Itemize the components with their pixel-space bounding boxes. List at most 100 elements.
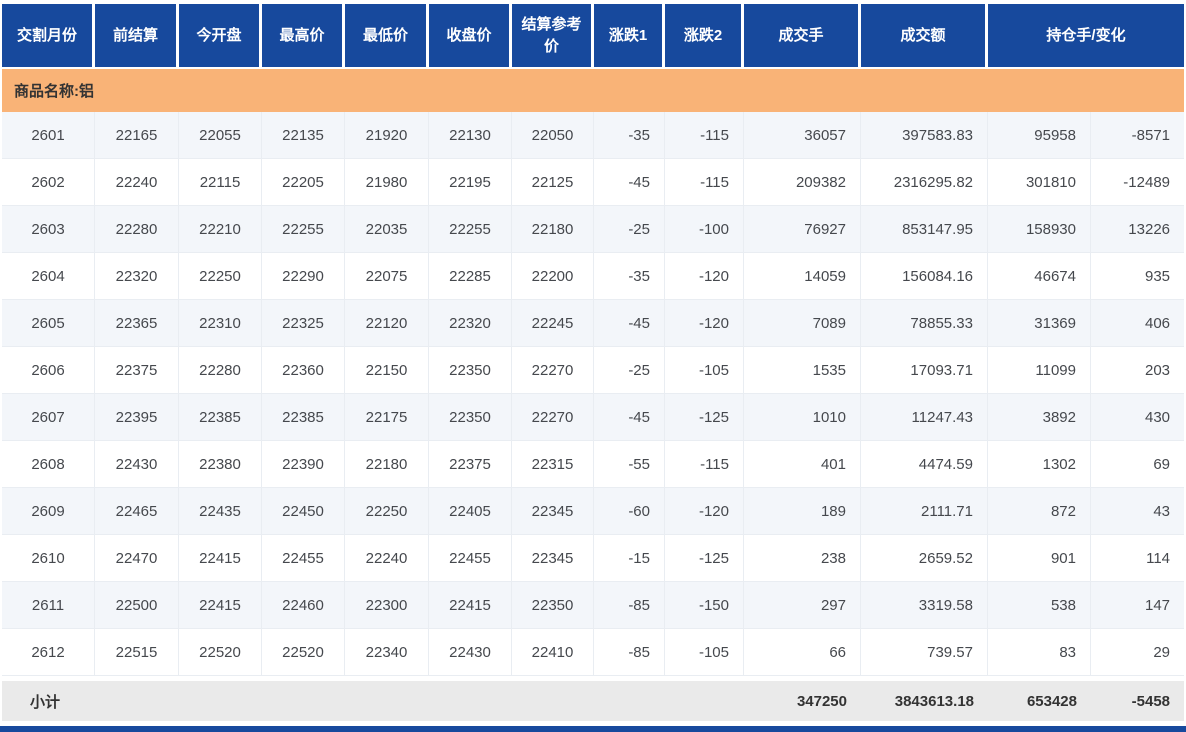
col-header-prev-settle: 前结算 (95, 4, 179, 69)
cell-volume: 189 (744, 488, 861, 535)
cell-settle_ref: 22200 (512, 253, 594, 300)
cell-volume: 14059 (744, 253, 861, 300)
commodity-band: 商品名称:铝 (2, 69, 1185, 112)
cell-low: 22120 (345, 300, 429, 347)
cell-close: 22405 (429, 488, 512, 535)
cell-volume: 209382 (744, 159, 861, 206)
cell-open_interest: 901 (988, 535, 1091, 582)
cell-turnover: 3319.58 (861, 582, 988, 629)
header-row: 交割月份 前结算 今开盘 最高价 最低价 收盘价 结算参考价 涨跌1 涨跌2 成… (2, 4, 1185, 69)
col-header-high: 最高价 (262, 4, 345, 69)
cell-change1: -55 (594, 441, 665, 488)
cell-change2: -120 (665, 253, 744, 300)
cell-prev_settle: 22465 (95, 488, 179, 535)
subtotal-label: 小计 (2, 676, 95, 721)
cell-open: 22115 (179, 159, 262, 206)
cell-prev_settle: 22395 (95, 394, 179, 441)
cell-open: 22380 (179, 441, 262, 488)
cell-change1: -85 (594, 629, 665, 676)
subtotal-turnover: 3843613.18 (861, 676, 988, 721)
cell-open: 22250 (179, 253, 262, 300)
col-header-change2: 涨跌2 (665, 4, 744, 69)
cell-open_interest: 158930 (988, 206, 1091, 253)
contract-row-2610[interactable]: 2610 22470 22415 22455 22240 22455 22345 -15 -12… (2, 535, 1185, 582)
cell-prev_settle: 22375 (95, 347, 179, 394)
col-header-change1: 涨跌1 (594, 4, 665, 69)
cell-open_interest: 83 (988, 629, 1091, 676)
contract-row-2609[interactable]: 2609 22465 22435 22450 22250 22405 22345 -60 -12… (2, 488, 1185, 535)
cell-oi_change: -12489 (1091, 159, 1185, 206)
contract-row-2606[interactable]: 2606 22375 22280 22360 22150 22350 22270 -25 -10… (2, 347, 1185, 394)
subtotal-row: 小计 347250 3843613.18 653428 -5458 (2, 676, 1185, 721)
cell-settle_ref: 22345 (512, 535, 594, 582)
cell-close: 22320 (429, 300, 512, 347)
contract-row-2611[interactable]: 2611 22500 22415 22460 22300 22415 22350 -85 -15… (2, 582, 1185, 629)
table-header: 交割月份 前结算 今开盘 最高价 最低价 收盘价 结算参考价 涨跌1 涨跌2 成… (2, 4, 1185, 69)
subtotal-open-interest: 653428 (988, 676, 1091, 721)
cell-change1: -25 (594, 347, 665, 394)
cell-low: 22150 (345, 347, 429, 394)
col-header-close: 收盘价 (429, 4, 512, 69)
cell-month: 2606 (2, 347, 95, 394)
cell-change1: -85 (594, 582, 665, 629)
cell-oi_change: 203 (1091, 347, 1185, 394)
cell-high: 22255 (262, 206, 345, 253)
cell-turnover: 78855.33 (861, 300, 988, 347)
cell-volume: 401 (744, 441, 861, 488)
col-header-volume: 成交手 (744, 4, 861, 69)
cell-low: 22250 (345, 488, 429, 535)
cell-open_interest: 1302 (988, 441, 1091, 488)
cell-settle_ref: 22270 (512, 347, 594, 394)
contract-row-2605[interactable]: 2605 22365 22310 22325 22120 22320 22245 -45 -12… (2, 300, 1185, 347)
col-header-open: 今开盘 (179, 4, 262, 69)
cell-open_interest: 301810 (988, 159, 1091, 206)
contract-row-2608[interactable]: 2608 22430 22380 22390 22180 22375 22315 -55 -11… (2, 441, 1185, 488)
cell-close: 22415 (429, 582, 512, 629)
cell-volume: 7089 (744, 300, 861, 347)
cell-low: 21920 (345, 112, 429, 159)
cell-open_interest: 46674 (988, 253, 1091, 300)
cell-change1: -45 (594, 159, 665, 206)
cell-open: 22520 (179, 629, 262, 676)
cell-oi_change: 935 (1091, 253, 1185, 300)
contract-row-2601[interactable]: 2601 22165 22055 22135 21920 22130 22050 -35 -11… (2, 112, 1185, 159)
contract-row-2607[interactable]: 2607 22395 22385 22385 22175 22350 22270 -45 -12… (2, 394, 1185, 441)
cell-change2: -125 (665, 535, 744, 582)
contract-row-2612[interactable]: 2612 22515 22520 22520 22340 22430 22410 -85 -10… (2, 629, 1185, 676)
cell-low: 22075 (345, 253, 429, 300)
cell-high: 22385 (262, 394, 345, 441)
cell-turnover: 17093.71 (861, 347, 988, 394)
cell-prev_settle: 22500 (95, 582, 179, 629)
cell-settle_ref: 22350 (512, 582, 594, 629)
cell-high: 22450 (262, 488, 345, 535)
cell-oi_change: 147 (1091, 582, 1185, 629)
cell-open: 22310 (179, 300, 262, 347)
cell-oi_change: 13226 (1091, 206, 1185, 253)
cell-change2: -105 (665, 629, 744, 676)
cell-oi_change: 406 (1091, 300, 1185, 347)
cell-close: 22350 (429, 394, 512, 441)
cell-close: 22455 (429, 535, 512, 582)
cell-high: 22205 (262, 159, 345, 206)
cell-month: 2604 (2, 253, 95, 300)
cell-open_interest: 538 (988, 582, 1091, 629)
cell-high: 22325 (262, 300, 345, 347)
cell-change2: -100 (665, 206, 744, 253)
cell-month: 2612 (2, 629, 95, 676)
col-header-open-interest-change: 持仓手/变化 (988, 4, 1185, 69)
contract-row-2602[interactable]: 2602 22240 22115 22205 21980 22195 22125 -45 -11… (2, 159, 1185, 206)
col-header-low: 最低价 (345, 4, 429, 69)
col-header-turnover: 成交额 (861, 4, 988, 69)
cell-oi_change: 114 (1091, 535, 1185, 582)
futures-quotes-table: 交割月份 前结算 今开盘 最高价 最低价 收盘价 结算参考价 涨跌1 涨跌2 成… (2, 4, 1185, 721)
cell-change1: -60 (594, 488, 665, 535)
cell-low: 22035 (345, 206, 429, 253)
cell-change2: -115 (665, 159, 744, 206)
cell-high: 22390 (262, 441, 345, 488)
cell-turnover: 4474.59 (861, 441, 988, 488)
table-body: 商品名称:铝 2601 22165 22055 22135 21920 22130 2205… (2, 69, 1185, 721)
contract-row-2604[interactable]: 2604 22320 22250 22290 22075 22285 22200 -35 -12… (2, 253, 1185, 300)
cell-month: 2610 (2, 535, 95, 582)
contract-row-2603[interactable]: 2603 22280 22210 22255 22035 22255 22180 -25 -10… (2, 206, 1185, 253)
cell-oi_change: 69 (1091, 441, 1185, 488)
